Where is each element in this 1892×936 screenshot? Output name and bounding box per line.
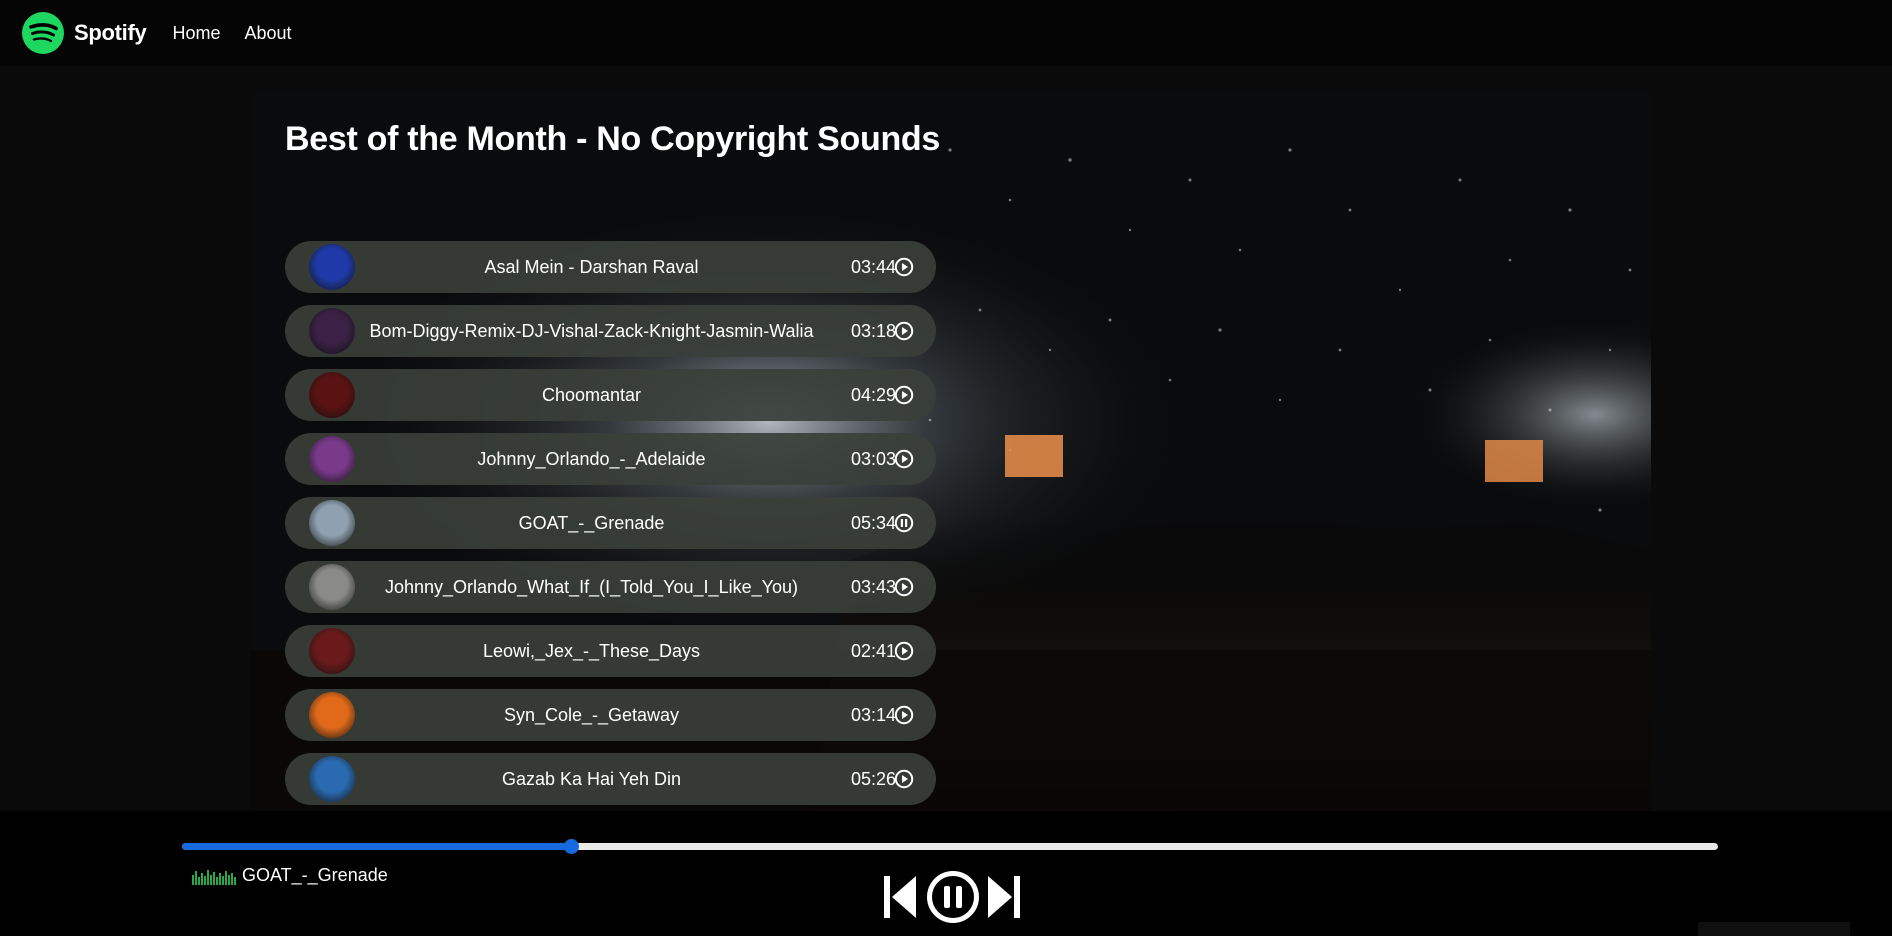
play-circle-icon[interactable]	[894, 257, 914, 277]
player-bar: GOAT_-_Grenade	[0, 811, 1892, 936]
song-duration: 03:18	[850, 320, 896, 341]
nav-link-home[interactable]: Home	[172, 23, 220, 44]
song-item[interactable]: Johnny_Orlando_-_Adelaide 03:03	[285, 433, 936, 485]
song-cover-image	[309, 308, 355, 354]
navbar: Spotify Home About	[0, 0, 1892, 66]
song-duration: 04:29	[850, 384, 896, 405]
song-cover-image	[309, 628, 355, 674]
play-circle-icon[interactable]	[894, 705, 914, 725]
song-item[interactable]: Gazab Ka Hai Yeh Din 05:26	[285, 753, 936, 805]
song-name: Gazab Ka Hai Yeh Din	[501, 768, 682, 789]
play-circle-icon[interactable]	[894, 385, 914, 405]
song-name: Syn_Cole_-_Getaway	[503, 704, 680, 725]
song-duration: 03:43	[850, 576, 896, 597]
play-circle-icon[interactable]	[894, 769, 914, 789]
song-item[interactable]: Asal Mein - Darshan Raval 03:44	[285, 241, 936, 293]
song-item[interactable]: Syn_Cole_-_Getaway 03:14	[285, 689, 936, 741]
song-cover-image	[309, 372, 355, 418]
song-name: GOAT_-_Grenade	[518, 512, 665, 533]
playlist-title: Best of the Month - No Copyright Sounds	[285, 120, 941, 158]
song-list: Asal Mein - Darshan Raval 03:44 Bom-Digg…	[285, 241, 936, 811]
song-name: Johnny_Orlando_What_If_(I_Told_You_I_Lik…	[385, 576, 798, 597]
song-name: Bom-Diggy-Remix-DJ-Vishal-Zack-Knight-Ja…	[369, 320, 814, 341]
song-duration: 05:26	[850, 768, 896, 789]
pause-circle-icon[interactable]	[894, 513, 914, 533]
song-cover-image	[309, 692, 355, 738]
song-name: Asal Mein - Darshan Raval	[484, 256, 699, 277]
play-circle-icon[interactable]	[894, 449, 914, 469]
song-item[interactable]: Leowi,_Jex_-_These_Days 02:41	[285, 625, 936, 677]
skip-previous-icon[interactable]	[884, 874, 918, 920]
play-circle-icon[interactable]	[894, 321, 914, 341]
song-duration: 03:44	[850, 256, 896, 277]
brand-name: Spotify	[74, 20, 147, 45]
song-item[interactable]: Choomantar 04:29	[285, 369, 936, 421]
song-duration: 02:41	[850, 640, 896, 661]
progress-fill	[182, 843, 571, 850]
brand[interactable]: Spotify	[22, 12, 147, 54]
equalizer-icon	[192, 869, 236, 885]
song-cover-image	[309, 436, 355, 482]
playlist-container: Best of the Month - No Copyright Sounds …	[250, 90, 1651, 811]
corner-widget	[1698, 922, 1850, 936]
pause-circle-icon[interactable]	[926, 870, 980, 924]
skip-next-icon[interactable]	[986, 874, 1020, 920]
play-circle-icon[interactable]	[894, 577, 914, 597]
progress-thumb[interactable]	[563, 839, 579, 854]
song-item[interactable]: Bom-Diggy-Remix-DJ-Vishal-Zack-Knight-Ja…	[285, 305, 936, 357]
nav-link-about[interactable]: About	[244, 23, 291, 44]
song-duration: 05:34	[850, 512, 896, 533]
spotify-logo-icon	[22, 12, 64, 54]
song-cover-image	[309, 500, 355, 546]
now-playing: GOAT_-_Grenade	[192, 865, 388, 886]
play-circle-icon[interactable]	[894, 641, 914, 661]
song-cover-image	[309, 244, 355, 290]
song-duration: 03:03	[850, 448, 896, 469]
song-name: Johnny_Orlando_-_Adelaide	[477, 448, 706, 469]
song-name: Choomantar	[541, 384, 642, 405]
song-name: Leowi,_Jex_-_These_Days	[482, 640, 701, 661]
now-playing-title: GOAT_-_Grenade	[242, 865, 388, 885]
song-cover-image	[309, 564, 355, 610]
song-duration: 03:14	[850, 704, 896, 725]
song-item[interactable]: GOAT_-_Grenade 05:34	[285, 497, 936, 549]
progress-slider[interactable]	[182, 839, 1718, 854]
song-cover-image	[309, 756, 355, 802]
playback-controls	[884, 870, 1020, 924]
song-item[interactable]: Johnny_Orlando_What_If_(I_Told_You_I_Lik…	[285, 561, 936, 613]
